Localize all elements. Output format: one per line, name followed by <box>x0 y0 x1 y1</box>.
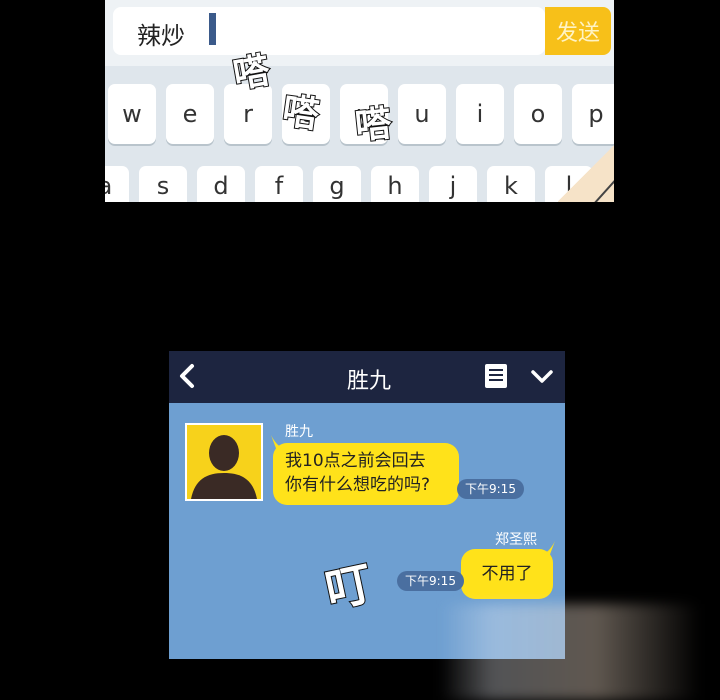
text-cursor <box>209 13 216 45</box>
message-input-text: 辣炒 <box>137 22 185 50</box>
message-time: 下午9:15 <box>397 571 464 591</box>
key-s[interactable]: s <box>139 166 187 202</box>
key-j[interactable]: j <box>429 166 477 202</box>
sender-name: 郑圣熙 <box>495 532 537 548</box>
sfx-typing-3: 嗒 <box>352 102 394 149</box>
sfx-notify: 叮 <box>320 555 378 619</box>
key-i[interactable]: i <box>456 84 504 144</box>
sender-name: 胜九 <box>285 424 313 440</box>
key-g[interactable]: g <box>313 166 361 202</box>
page-curl <box>558 144 614 202</box>
message-line: 你有什么想吃的吗? <box>285 475 431 495</box>
keyboard-row-2: a s d f g h j k l <box>105 166 614 202</box>
chevron-down-icon <box>531 370 553 383</box>
chat-header: 胜九 <box>169 351 565 403</box>
chevron-left-icon <box>180 364 194 388</box>
key-e[interactable]: e <box>166 84 214 144</box>
message-line: 我10点之前会回去 <box>285 451 426 471</box>
key-o[interactable]: o <box>514 84 562 144</box>
key-p[interactable]: p <box>572 84 614 144</box>
key-d[interactable]: d <box>197 166 245 202</box>
avatar[interactable] <box>185 423 263 501</box>
key-a[interactable]: a <box>105 166 129 202</box>
message-line: 不用了 <box>481 564 533 584</box>
message-input-row: 辣炒 发送 <box>105 0 614 66</box>
message-bubble-received: 我10点之前会回去 你有什么想吃的吗? <box>273 443 459 505</box>
key-k[interactable]: k <box>487 166 535 202</box>
light-glare <box>440 604 700 700</box>
message-input[interactable]: 辣炒 <box>113 7 545 55</box>
key-h[interactable]: h <box>371 166 419 202</box>
menu-button[interactable] <box>485 364 507 388</box>
key-w[interactable]: w <box>108 84 156 144</box>
sfx-typing-2: 嗒 <box>279 90 322 138</box>
collapse-button[interactable] <box>529 363 555 389</box>
keyboard-panel: 辣炒 发送 w e r t y u i o p a s d f g h j k … <box>105 0 614 202</box>
send-button[interactable]: 发送 <box>545 7 611 55</box>
key-u[interactable]: u <box>398 84 446 144</box>
message-time: 下午9:15 <box>457 479 524 499</box>
key-f[interactable]: f <box>255 166 303 202</box>
silhouette-icon <box>191 435 257 499</box>
back-button[interactable] <box>173 359 203 393</box>
bubble-tail <box>541 541 555 557</box>
chat-title: 胜九 <box>346 369 391 394</box>
bubble-tail <box>271 435 285 451</box>
